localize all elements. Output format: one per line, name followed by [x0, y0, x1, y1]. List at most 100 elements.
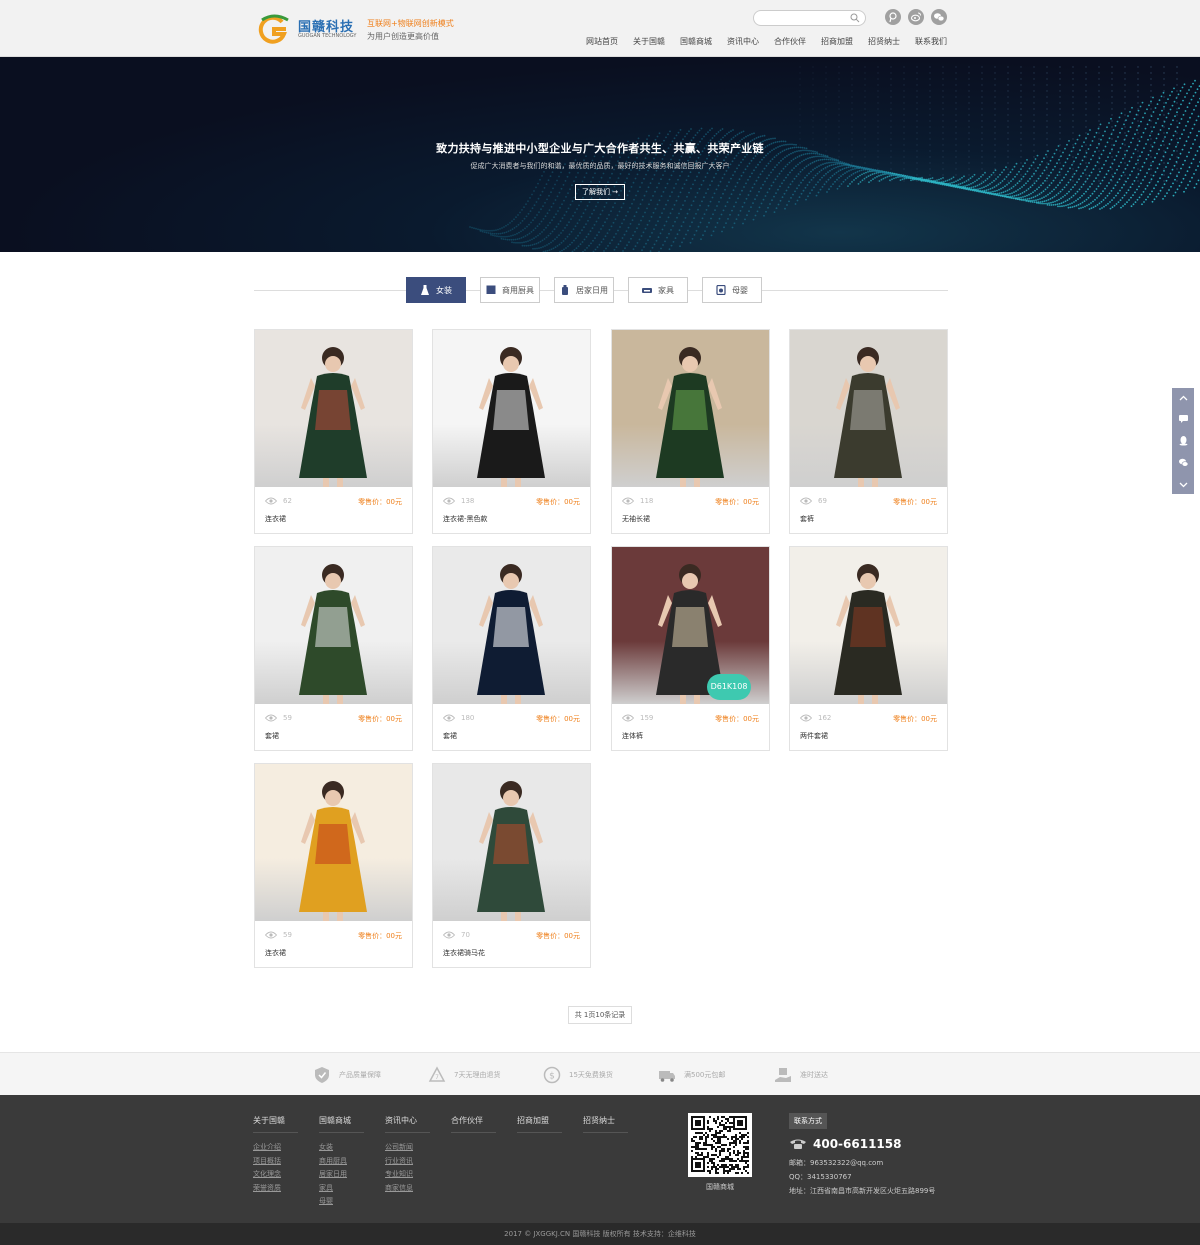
footer-column-title[interactable]: 资讯中心 [385, 1115, 430, 1133]
footer-link[interactable]: 公司新闻 [385, 1141, 430, 1155]
logo[interactable]: 国赣科技 GUOGAN TECHNOLOGY [256, 14, 356, 44]
product-card[interactable]: D61K108 159 零售价：00元 连体裤 [611, 546, 770, 751]
footer-column-title[interactable]: 合作伙伴 [451, 1115, 496, 1133]
product-card[interactable]: 70 零售价：00元 连衣裙骑马花 [432, 763, 591, 968]
weibo-icon[interactable] [908, 9, 924, 25]
qq-button[interactable] [1172, 431, 1194, 449]
nav-careers[interactable]: 招贤纳士 [868, 36, 900, 48]
product-image[interactable] [612, 330, 769, 487]
tab-kitchen[interactable]: 商用厨具 [480, 277, 540, 303]
product-image[interactable] [433, 764, 590, 921]
footer-link[interactable]: 居家日用 [319, 1168, 364, 1182]
product-name[interactable]: 无袖长裙 [622, 514, 650, 524]
wechat-icon[interactable] [931, 9, 947, 25]
delivery-icon [775, 1068, 791, 1082]
message-button[interactable] [1172, 409, 1194, 427]
search-box [753, 10, 866, 27]
product-name[interactable]: 两件套裙 [800, 731, 828, 741]
contact-heading: 联系方式 [789, 1113, 827, 1129]
search-input[interactable] [762, 12, 852, 27]
footer-link[interactable]: 荣誉资质 [253, 1182, 298, 1196]
product-price: 零售价：00元 [893, 498, 937, 506]
nav-contact[interactable]: 联系我们 [915, 36, 947, 48]
view-count-value: 69 [818, 497, 827, 505]
product-name[interactable]: 连衣裙-黑色款 [443, 514, 488, 524]
footer-link[interactable]: 家具 [319, 1182, 364, 1196]
nav-mall[interactable]: 国赣商城 [680, 36, 712, 48]
product-name[interactable]: 连衣裙 [265, 514, 286, 524]
footer-column: 关于国赣企业介绍 项目概括 文化理念 荣誉资质 [253, 1115, 298, 1195]
tab-womens-clothing[interactable]: 女装 [406, 277, 466, 303]
hero-banner: 致力扶持与推进中小型企业与广大合作者共生、共赢、共荣产业链 促成广大消费者与我们… [0, 57, 1200, 252]
footer-link[interactable]: 文化理念 [253, 1168, 298, 1182]
tencent-weibo-icon[interactable] [885, 9, 901, 25]
tab-label: 女装 [436, 285, 452, 295]
product-watermark: D61K108 [707, 674, 751, 700]
product-name[interactable]: 连衣裙骑马花 [443, 948, 485, 958]
footer-link[interactable]: 行业资讯 [385, 1155, 430, 1169]
main-nav: 网站首页 关于国赣 国赣商城 资讯中心 合作伙伴 招商加盟 招贤纳士 联系我们 [586, 36, 947, 48]
product-card[interactable]: 162 零售价：00元 两件套裙 [789, 546, 948, 751]
footer-link[interactable]: 母婴 [319, 1195, 364, 1209]
product-name[interactable]: 连衣裙 [265, 948, 286, 958]
eye-icon [265, 931, 277, 939]
footer-column: 资讯中心公司新闻 行业资讯 专业知识 商家信息 [385, 1115, 430, 1195]
product-card[interactable]: 180 零售价：00元 套裙 [432, 546, 591, 751]
eye-icon [265, 497, 277, 505]
product-card[interactable]: 62 零售价：00元 连衣裙 [254, 329, 413, 534]
service-label: 7天无理由退货 [454, 1071, 501, 1079]
footer-column-title[interactable]: 招贤纳士 [583, 1115, 628, 1133]
view-count: 70 [443, 931, 470, 939]
nav-about[interactable]: 关于国赣 [633, 36, 665, 48]
product-image[interactable] [255, 764, 412, 921]
product-name[interactable]: 套裙 [265, 731, 279, 741]
product-image[interactable] [790, 547, 947, 704]
footer-link[interactable]: 专业知识 [385, 1168, 430, 1182]
footer-column-title[interactable]: 招商加盟 [517, 1115, 562, 1133]
scroll-down-button[interactable] [1172, 475, 1194, 493]
product-image[interactable] [433, 547, 590, 704]
service-item: 准时送达 [774, 1066, 828, 1084]
wechat-button[interactable] [1172, 453, 1194, 471]
product-name[interactable]: 套裙 [443, 731, 457, 741]
footer-column-title[interactable]: 关于国赣 [253, 1115, 298, 1133]
service-label: 15天免费换货 [569, 1071, 613, 1079]
footer-link[interactable]: 商家信息 [385, 1182, 430, 1196]
search-icon[interactable] [850, 13, 860, 23]
tab-household[interactable]: 居家日用 [554, 277, 614, 303]
product-name[interactable]: 连体裤 [622, 731, 643, 741]
nav-franchise[interactable]: 招商加盟 [821, 36, 853, 48]
product-card[interactable]: 118 零售价：00元 无袖长裙 [611, 329, 770, 534]
product-meta: 59 零售价：00元 [265, 714, 402, 726]
product-image[interactable] [255, 330, 412, 487]
footer-link[interactable]: 项目概括 [253, 1155, 298, 1169]
footer-column-title[interactable]: 国赣商城 [319, 1115, 364, 1133]
footer-link[interactable]: 女装 [319, 1141, 364, 1155]
nav-partners[interactable]: 合作伙伴 [774, 36, 806, 48]
product-card[interactable]: 138 零售价：00元 连衣裙-黑色款 [432, 329, 591, 534]
qq-icon [1179, 435, 1187, 445]
product-image[interactable] [790, 330, 947, 487]
product-image[interactable] [433, 330, 590, 487]
qr-code-icon [691, 1116, 749, 1174]
tab-baby[interactable]: 母婴 [702, 277, 762, 303]
footer-link[interactable]: 商用厨具 [319, 1155, 364, 1169]
product-card[interactable]: 59 零售价：00元 连衣裙 [254, 763, 413, 968]
learn-more-button[interactable]: 了解我们 → [575, 184, 625, 200]
product-image[interactable]: D61K108 [612, 547, 769, 704]
view-count: 62 [265, 497, 292, 505]
product-card[interactable]: 69 零售价：00元套裤 [789, 329, 948, 534]
tab-furniture[interactable]: 家具 [628, 277, 688, 303]
eye-icon [622, 497, 634, 505]
nav-news[interactable]: 资讯中心 [727, 36, 759, 48]
nav-home[interactable]: 网站首页 [586, 36, 618, 48]
footer-link[interactable]: 企业介绍 [253, 1141, 298, 1155]
service-item: 7 7天无理由退货 [428, 1066, 500, 1084]
product-card[interactable]: 59 零售价：00元 套裙 [254, 546, 413, 751]
product-image[interactable] [255, 547, 412, 704]
product-name[interactable]: 套裤 [800, 514, 814, 524]
product-photo [656, 347, 724, 487]
view-count: 59 [265, 931, 292, 939]
scroll-up-button[interactable] [1172, 389, 1194, 407]
view-count-value: 159 [640, 714, 654, 722]
